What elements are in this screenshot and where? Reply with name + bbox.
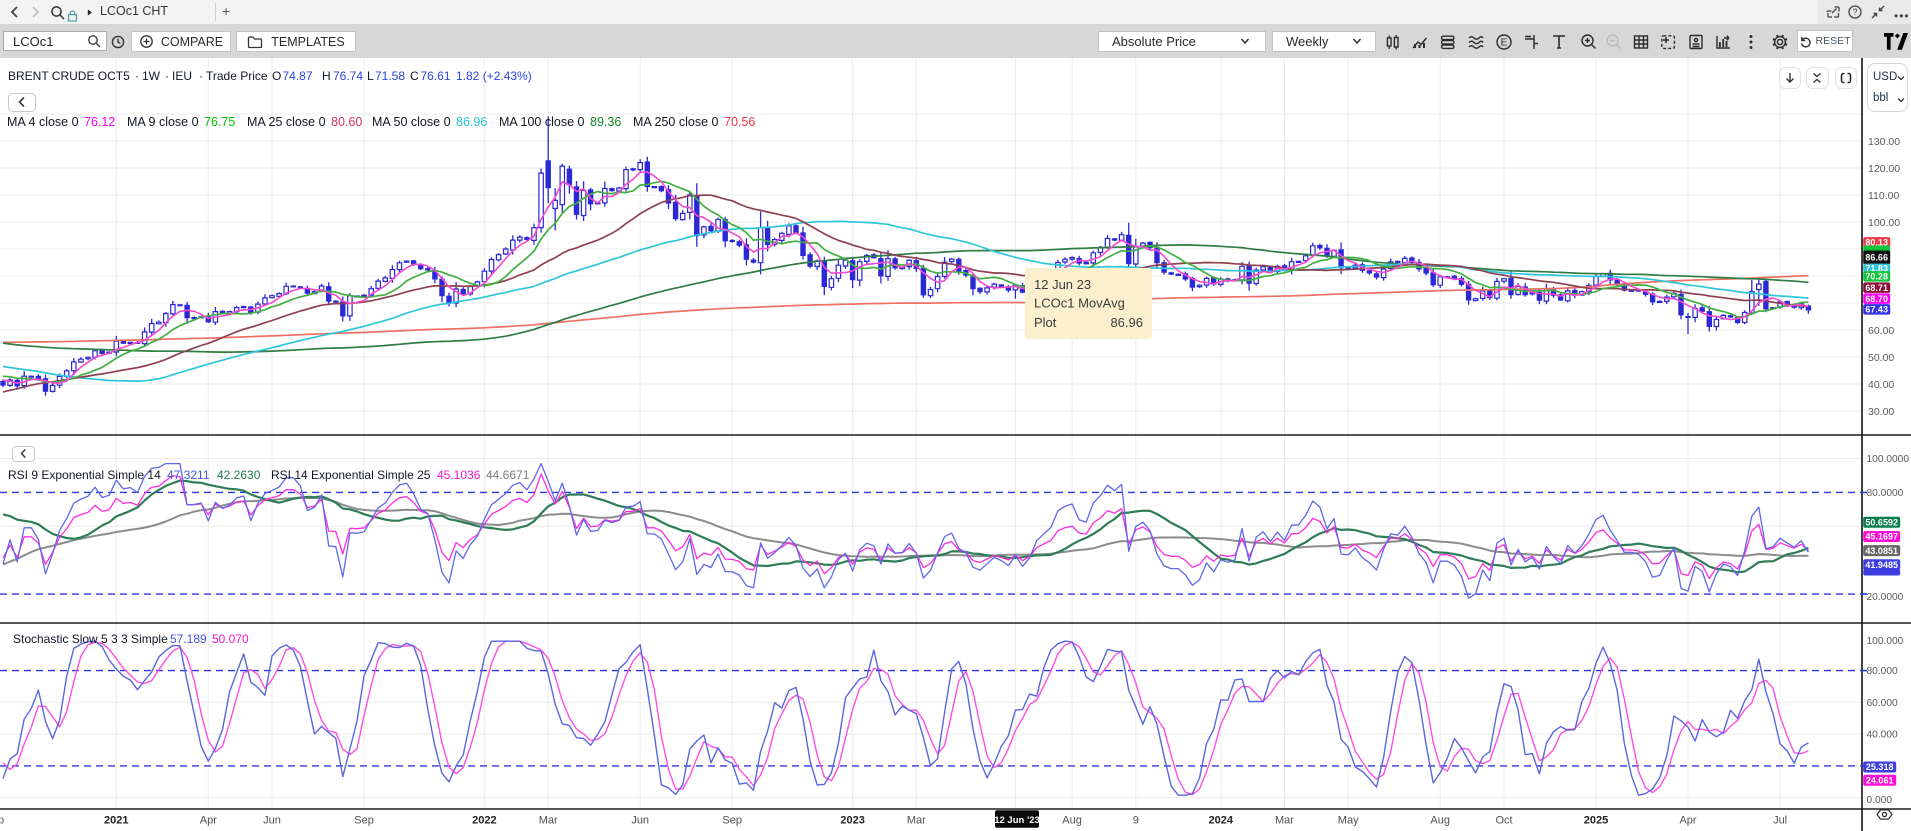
svg-text:Mar: Mar: [907, 815, 926, 827]
svg-text:40.000: 40.000: [1867, 730, 1898, 741]
svg-text:60.00: 60.00: [1868, 325, 1894, 337]
svg-text:E: E: [1501, 37, 1508, 48]
svg-text:Aug: Aug: [1430, 815, 1450, 827]
svg-text:130.00: 130.00: [1868, 136, 1900, 148]
svg-text:2024: 2024: [1209, 815, 1234, 827]
svg-text:Jun: Jun: [631, 815, 649, 827]
svg-text:43.0851: 43.0851: [1865, 546, 1898, 556]
svg-text:Mar: Mar: [1275, 815, 1294, 827]
svg-text:?: ?: [1852, 7, 1857, 17]
svg-text:25.318: 25.318: [1866, 762, 1894, 772]
svg-text:Plot: Plot: [1034, 315, 1057, 330]
svg-text:Aug: Aug: [1062, 815, 1082, 827]
svg-text:Sep: Sep: [354, 815, 374, 827]
svg-text:86.66: 86.66: [1865, 253, 1888, 263]
svg-text:80.0000: 80.0000: [1867, 488, 1904, 499]
svg-text:Sep: Sep: [722, 815, 742, 827]
svg-text:2025: 2025: [1584, 815, 1608, 827]
svg-text:40.00: 40.00: [1868, 379, 1894, 391]
svg-text:50.00: 50.00: [1868, 352, 1894, 364]
svg-text:p: p: [0, 815, 4, 827]
svg-text:Apr: Apr: [1679, 815, 1696, 827]
svg-text:100.00: 100.00: [1868, 217, 1900, 229]
svg-text:2023: 2023: [840, 815, 864, 827]
svg-text:20.0000: 20.0000: [1867, 592, 1904, 603]
svg-text:30.00: 30.00: [1868, 406, 1894, 418]
svg-text:80.000: 80.000: [1867, 666, 1898, 677]
svg-text:24.061: 24.061: [1866, 775, 1894, 785]
svg-text:9: 9: [1133, 815, 1139, 827]
svg-text:100.0000: 100.0000: [1867, 454, 1910, 465]
svg-text:41.9485: 41.9485: [1865, 560, 1898, 570]
svg-text:120.00: 120.00: [1868, 163, 1900, 175]
svg-text:LCOc1 MovAvg: LCOc1 MovAvg: [1034, 296, 1125, 311]
svg-text:12 Jun 23: 12 Jun 23: [1034, 277, 1091, 292]
svg-text:60.000: 60.000: [1867, 698, 1898, 709]
svg-text:70.28: 70.28: [1865, 272, 1888, 282]
svg-text:110.00: 110.00: [1868, 190, 1899, 202]
svg-text:67.43: 67.43: [1865, 305, 1888, 315]
svg-text:12 Jun '23: 12 Jun '23: [994, 815, 1040, 826]
svg-text:100.000: 100.000: [1867, 636, 1904, 647]
svg-text:45.1697: 45.1697: [1865, 532, 1898, 542]
svg-text:Mar: Mar: [539, 815, 558, 827]
svg-text:Jun: Jun: [263, 815, 281, 827]
svg-text:50.6592: 50.6592: [1865, 518, 1898, 528]
svg-text:Oct: Oct: [1495, 815, 1512, 827]
svg-text:Jul: Jul: [1773, 815, 1787, 827]
svg-text:86.96: 86.96: [1110, 315, 1143, 330]
svg-text:0.000: 0.000: [1867, 795, 1893, 806]
svg-text:68.71: 68.71: [1865, 283, 1888, 293]
svg-text:68.70: 68.70: [1865, 294, 1888, 304]
svg-text:Apr: Apr: [200, 815, 217, 827]
svg-text:2022: 2022: [472, 815, 496, 827]
svg-text:2021: 2021: [104, 815, 128, 827]
svg-text:May: May: [1338, 815, 1359, 827]
